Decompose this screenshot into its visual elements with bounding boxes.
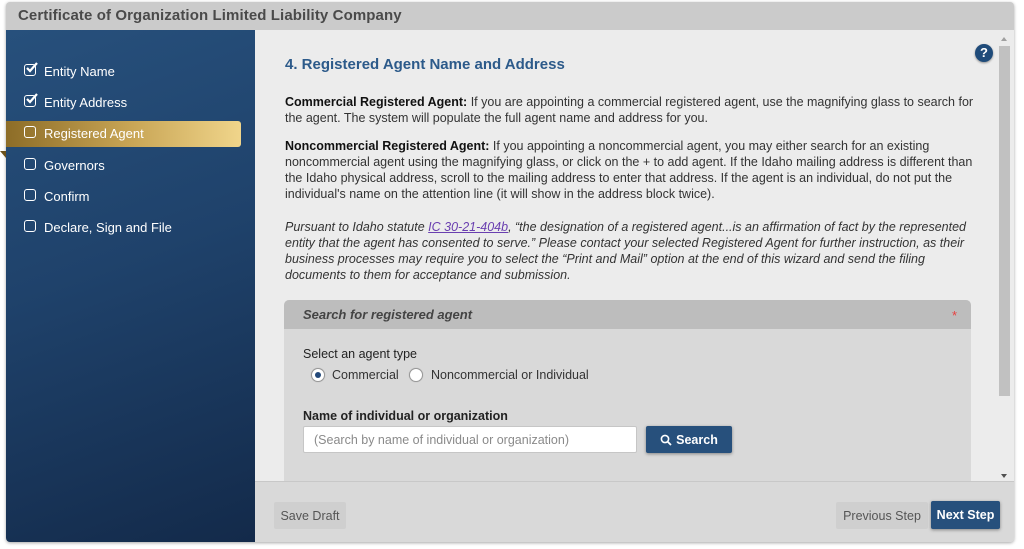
noncommercial-agent-info: Noncommercial Registered Agent: If you a… [285, 138, 975, 202]
unchecked-checkbox-icon [24, 220, 36, 232]
search-icon [660, 434, 672, 446]
wizard-window: Certificate of Organization Limited Liab… [6, 2, 1014, 542]
sidebar-item-entity-name[interactable]: Entity Name [6, 59, 255, 85]
sidebar-item-confirm[interactable]: Confirm [6, 184, 255, 210]
wizard-steps-sidebar: Entity Name Entity Address Registered Ag… [6, 30, 255, 542]
sidebar-item-declare-sign-file[interactable]: Declare, Sign and File [6, 215, 255, 241]
sidebar-item-registered-agent[interactable]: Registered Agent [6, 121, 241, 147]
content-scrollbar[interactable] [995, 30, 1014, 481]
unchecked-checkbox-icon [24, 158, 36, 170]
radio-noncommercial[interactable] [409, 368, 423, 382]
noncommercial-agent-title: Noncommercial Registered Agent: [285, 139, 490, 153]
step-content: 4. Registered Agent Name and Address Com… [255, 30, 995, 481]
unchecked-checkbox-icon [24, 189, 36, 201]
previous-step-button[interactable]: Previous Step [836, 502, 928, 529]
unchecked-checkbox-icon [24, 126, 36, 138]
sidebar-item-label: Declare, Sign and File [44, 220, 172, 235]
required-indicator: * [952, 308, 958, 323]
help-icon[interactable]: ? [975, 44, 993, 62]
checked-checkbox-icon [24, 62, 38, 76]
checked-checkbox-icon [24, 93, 38, 107]
scroll-thumb[interactable] [999, 46, 1010, 396]
radio-noncommercial-label[interactable]: Noncommercial or Individual [431, 368, 589, 382]
radio-commercial[interactable] [311, 368, 325, 382]
commercial-agent-info: Commercial Registered Agent: If you are … [285, 94, 975, 126]
sidebar-item-label: Entity Name [44, 64, 115, 79]
agent-type-label: Select an agent type [303, 347, 417, 361]
commercial-agent-title: Commercial Registered Agent: [285, 95, 468, 109]
statute-link[interactable]: IC 30-21-404b [428, 220, 508, 234]
search-button[interactable]: Search [646, 426, 732, 453]
title-bar: Certificate of Organization Limited Liab… [6, 2, 1014, 30]
search-agent-panel: Search for registered agent * Select an … [284, 300, 971, 481]
name-field-label: Name of individual or organization [303, 409, 508, 423]
statute-prefix: Pursuant to Idaho statute [285, 220, 429, 234]
window-title: Certificate of Organization Limited Liab… [18, 7, 402, 24]
panel-title: Search for registered agent [303, 307, 473, 322]
sidebar-item-label: Registered Agent [44, 126, 144, 141]
scroll-up-arrow-icon[interactable] [1001, 37, 1007, 41]
save-draft-button[interactable]: Save Draft [274, 502, 346, 529]
sidebar-item-governors[interactable]: Governors [6, 153, 255, 179]
panel-header: Search for registered agent * [284, 300, 971, 329]
wizard-footer: Save Draft Previous Step Next Step [255, 481, 1014, 542]
statute-notice: Pursuant to Idaho statute IC 30-21-404b,… [285, 219, 975, 283]
sidebar-item-label: Confirm [44, 189, 90, 204]
sidebar-item-label: Governors [44, 158, 105, 173]
search-button-label: Search [676, 432, 718, 447]
scroll-down-arrow-icon[interactable] [1001, 474, 1007, 478]
agent-name-search-input[interactable] [303, 426, 637, 453]
sidebar-item-entity-address[interactable]: Entity Address [6, 90, 255, 116]
sidebar-item-label: Entity Address [44, 95, 128, 110]
radio-commercial-label[interactable]: Commercial [332, 368, 399, 382]
next-step-button[interactable]: Next Step [931, 501, 1000, 529]
active-step-ribbon-tail [0, 151, 6, 158]
page-title: 4. Registered Agent Name and Address [285, 56, 565, 73]
